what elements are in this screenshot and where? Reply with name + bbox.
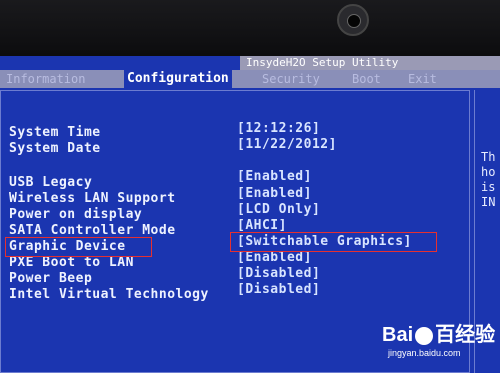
setting-label-pxe-boot: PXE Boot to LAN: [9, 255, 134, 270]
setting-value-power-beep[interactable]: [Disabled]: [237, 266, 320, 281]
tab-exit[interactable]: Exit: [408, 70, 437, 88]
setting-label-power-beep: Power Beep: [9, 271, 93, 286]
tab-boot[interactable]: Boot: [352, 70, 381, 88]
menu-bar: Information Configuration Security Boot …: [0, 70, 500, 88]
watermark-url: jingyan.baidu.com: [388, 348, 461, 358]
tab-information[interactable]: Information: [6, 70, 85, 88]
setting-value-usb-legacy[interactable]: [Enabled]: [237, 169, 312, 184]
setting-value-intel-vt[interactable]: [Disabled]: [237, 282, 320, 297]
paw-icon: [415, 326, 434, 345]
setting-value-pxe-boot[interactable]: [Enabled]: [237, 250, 312, 265]
tab-configuration[interactable]: Configuration: [124, 70, 232, 88]
help-text: Th ho is IN: [481, 150, 496, 209]
annotation-box-label: [5, 237, 152, 257]
setting-value-power-on-display[interactable]: [LCD Only]: [237, 202, 320, 217]
setting-label-system-date: System Date: [9, 141, 101, 156]
setting-label-wireless-lan: Wireless LAN Support: [9, 191, 176, 206]
setting-value-system-date[interactable]: [11/22/2012]: [237, 137, 337, 152]
webcam-icon: [337, 4, 369, 36]
setting-value-system-time[interactable]: [12:12:26]: [237, 121, 320, 136]
setting-value-wireless-lan[interactable]: [Enabled]: [237, 186, 312, 201]
setting-label-sata-mode: SATA Controller Mode: [9, 223, 176, 238]
annotation-box-value: [230, 232, 437, 252]
setting-label-power-on-display: Power on display: [9, 207, 143, 222]
setting-label-usb-legacy: USB Legacy: [9, 175, 93, 190]
laptop-bezel: [0, 0, 500, 56]
utility-title: InsydeH2O Setup Utility: [240, 56, 500, 70]
setting-label-system-time: System Time: [9, 125, 101, 140]
setting-value-sata-mode[interactable]: [AHCI]: [237, 218, 287, 233]
tab-security[interactable]: Security: [262, 70, 320, 88]
setting-label-intel-vt: Intel Virtual Technology: [9, 287, 209, 302]
baidu-watermark-logo: Bai 百经验: [382, 324, 496, 346]
